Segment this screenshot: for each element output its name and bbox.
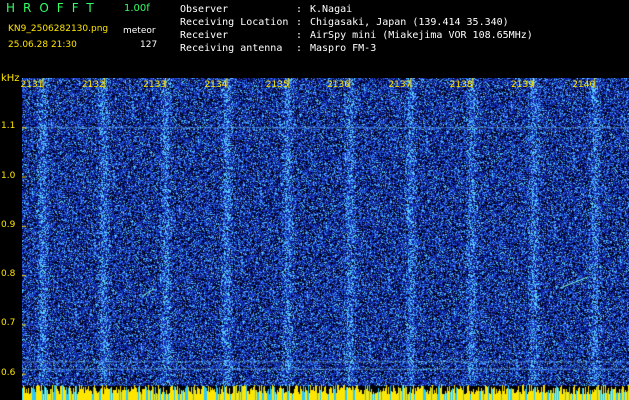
- info-row: Receiver: AirSpy mini (Miakejima VOR 108.…: [180, 30, 533, 41]
- app-logo: HROFFT: [6, 1, 102, 15]
- version-label: 1.00f: [124, 3, 150, 14]
- x-tick-label: 2136: [327, 80, 350, 90]
- info-row: Receiving Location: Chigasaki, Japan (139…: [180, 17, 509, 28]
- count-value: 127: [140, 40, 158, 50]
- x-tick-label: 2137: [388, 80, 412, 90]
- info-row: Receiving antenna: Maspro FM-3: [180, 43, 377, 54]
- y-tick-label: 1.0: [1, 170, 16, 181]
- info-key: Receiving Location: [180, 17, 289, 28]
- y-tick-label: 0.8: [1, 269, 16, 280]
- info-key: Receiver: [180, 30, 229, 41]
- info-key: Observer: [180, 4, 229, 15]
- x-tick-label: 2138: [449, 80, 473, 90]
- info-row: Observer: K.Nagai: [180, 4, 353, 15]
- x-tick-label: 2139: [511, 80, 534, 90]
- spectrogram-plot: [22, 78, 629, 400]
- info-value: AirSpy mini (Miakejima VOR 108.65MHz): [310, 30, 533, 41]
- info-value: Chigasaki, Japan (139.414 35.340): [310, 17, 509, 28]
- y-tick-label: 0.9: [1, 219, 16, 230]
- detection-type: meteor: [123, 26, 156, 36]
- x-tick-label: 2131: [20, 80, 44, 90]
- file-name: KN9_2506282130.png: [8, 24, 109, 34]
- y-tick-label: 0.7: [1, 318, 16, 329]
- x-tick-label: 2140: [572, 80, 596, 90]
- info-value: K.Nagai: [310, 4, 353, 15]
- info-value: Maspro FM-3: [310, 43, 377, 54]
- info-key: Receiving antenna: [180, 43, 283, 54]
- station-info: Observer: K.Nagai Receiving Location: Chig…: [180, 3, 533, 55]
- date-time: 25.06.28 21:30: [8, 40, 77, 50]
- x-tick-label: 2133: [143, 80, 167, 90]
- y-tick-label: 1.1: [1, 121, 16, 132]
- x-tick-label: 2135: [265, 80, 289, 90]
- x-tick-label: 2132: [81, 80, 105, 90]
- y-axis-unit: kHz: [1, 73, 20, 84]
- y-tick-label: 0.6: [1, 367, 16, 378]
- x-tick-label: 2134: [204, 80, 228, 90]
